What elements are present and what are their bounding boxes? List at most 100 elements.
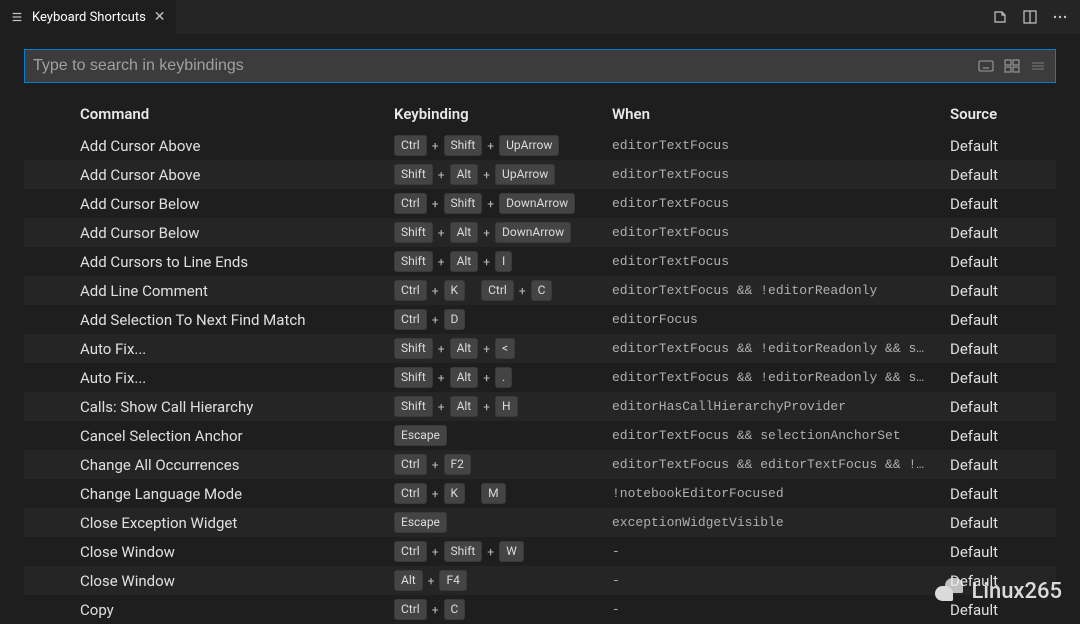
tab-bar: Keyboard Shortcuts ✕ [0, 0, 1080, 35]
keycap: W [499, 541, 524, 562]
plus-separator: + [431, 545, 440, 559]
cell-command: Close Window [80, 543, 394, 561]
cell-command: Add Cursors to Line Ends [80, 253, 394, 271]
cell-source: Default [950, 572, 1056, 590]
keycap: Alt [450, 222, 479, 243]
plus-separator: + [437, 255, 446, 269]
cell-command: Add Cursor Below [80, 224, 394, 242]
keycap: Alt [450, 338, 479, 359]
close-icon[interactable]: ✕ [154, 9, 166, 25]
split-editor-icon[interactable] [1022, 9, 1038, 25]
cell-command: Copy [80, 601, 394, 619]
cell-command: Close Exception Widget [80, 514, 394, 532]
cell-source: Default [950, 137, 1056, 155]
plus-separator: + [482, 168, 491, 182]
table-row[interactable]: Auto Fix...Shift+Alt+<editorTextFocus &&… [24, 334, 1056, 363]
search-box [24, 49, 1056, 83]
keycap: F4 [439, 570, 466, 591]
cell-source: Default [950, 514, 1056, 532]
search-filter-icons [977, 57, 1055, 75]
keycap: Alt [450, 367, 479, 388]
table-body: Add Cursor AboveCtrl+Shift+UpArroweditor… [24, 131, 1056, 624]
cell-keybinding: Shift+Alt+I [394, 251, 612, 272]
header-keybinding[interactable]: Keybinding [394, 105, 612, 123]
plus-separator: + [431, 139, 440, 153]
table-row[interactable]: Add Cursor AboveCtrl+Shift+UpArroweditor… [24, 131, 1056, 160]
keycap: Escape [394, 425, 447, 446]
cell-when: editorTextFocus && !editorReadonly [612, 283, 950, 298]
cell-keybinding: Shift+Alt+UpArrow [394, 164, 612, 185]
cell-keybinding: Ctrl+F2 [394, 454, 612, 475]
cell-command: Add Line Comment [80, 282, 394, 300]
cell-keybinding: Shift+Alt+DownArrow [394, 222, 612, 243]
cell-command: Cancel Selection Anchor [80, 427, 394, 445]
keycap: H [495, 396, 518, 417]
cell-when: exceptionWidgetVisible [612, 515, 950, 530]
keycap: < [495, 338, 515, 359]
table-row[interactable]: Close WindowAlt+F4-Default [24, 566, 1056, 595]
header-when[interactable]: When [612, 105, 950, 123]
keycap: Shift [444, 541, 483, 562]
more-icon[interactable] [1052, 9, 1068, 25]
keycap: Escape [394, 512, 447, 533]
keycap: Ctrl [394, 280, 427, 301]
keycap: D [444, 309, 466, 330]
plus-separator: + [437, 168, 446, 182]
table-row[interactable]: CopyCtrl+C-Default [24, 595, 1056, 624]
plus-separator: + [482, 342, 491, 356]
tab-keyboard-shortcuts[interactable]: Keyboard Shortcuts ✕ [0, 0, 176, 34]
cell-command: Auto Fix... [80, 369, 394, 387]
plus-separator: + [437, 342, 446, 356]
cell-when: editorTextFocus && editorTextFocus && !… [612, 457, 950, 472]
plus-separator: + [482, 226, 491, 240]
keycap: Shift [444, 135, 483, 156]
table-row[interactable]: Change Language ModeCtrl+KM!notebookEdit… [24, 479, 1056, 508]
sort-precedence-icon[interactable] [1003, 57, 1021, 75]
table-row[interactable]: Add Cursors to Line EndsShift+Alt+Iedito… [24, 247, 1056, 276]
keycap: Ctrl [481, 280, 514, 301]
keycap: Ctrl [394, 599, 427, 620]
cell-keybinding: Ctrl+Shift+UpArrow [394, 135, 612, 156]
cell-keybinding: Ctrl+Shift+DownArrow [394, 193, 612, 214]
table-row[interactable]: Close Exception WidgetEscape exceptionWid… [24, 508, 1056, 537]
keycap: I [495, 251, 512, 272]
cell-command: Add Cursor Above [80, 137, 394, 155]
search-input[interactable] [25, 50, 977, 82]
table-row[interactable]: Add Selection To Next Find MatchCtrl+Ded… [24, 305, 1056, 334]
table-row[interactable]: Cancel Selection AnchorEscapeeditorTextF… [24, 421, 1056, 450]
cell-source: Default [950, 282, 1056, 300]
table-row[interactable]: Close WindowCtrl+Shift+W-Default [24, 537, 1056, 566]
header-source[interactable]: Source [950, 105, 1056, 123]
keycap: Shift [394, 367, 433, 388]
cell-command: Add Selection To Next Find Match [80, 311, 394, 329]
open-file-icon[interactable] [992, 9, 1008, 25]
cell-keybinding: Ctrl+C [394, 599, 612, 620]
keycap: Shift [394, 251, 433, 272]
cell-when: !notebookEditorFocused [612, 486, 950, 501]
cell-when: editorTextFocus [612, 196, 950, 211]
keycap: Shift [394, 222, 433, 243]
table-row[interactable]: Calls: Show Call HierarchyShift+Alt+Hedi… [24, 392, 1056, 421]
cell-when: editorTextFocus [612, 167, 950, 182]
header-command[interactable]: Command [80, 105, 394, 123]
cell-when: - [612, 602, 950, 617]
cell-source: Default [950, 195, 1056, 213]
clear-search-icon[interactable] [1029, 57, 1047, 75]
cell-when: - [612, 544, 950, 559]
cell-when: editorTextFocus && !editorReadonly && s… [612, 341, 950, 356]
cell-source: Default [950, 427, 1056, 445]
keycap: . [495, 367, 512, 388]
keycap: K [444, 280, 466, 301]
keycap: Shift [394, 338, 433, 359]
table-row[interactable]: Change All OccurrencesCtrl+F2editorTextF… [24, 450, 1056, 479]
plus-separator: + [486, 197, 495, 211]
table-row[interactable]: Add Cursor BelowShift+Alt+DownArrowedito… [24, 218, 1056, 247]
cell-command: Add Cursor Below [80, 195, 394, 213]
table-row[interactable]: Auto Fix...Shift+Alt+.editorTextFocus &&… [24, 363, 1056, 392]
cell-when: editorFocus [612, 312, 950, 327]
table-row[interactable]: Add Cursor AboveShift+Alt+UpArroweditorT… [24, 160, 1056, 189]
table-row[interactable]: Add Cursor BelowCtrl+Shift+DownArrowedit… [24, 189, 1056, 218]
record-keys-icon[interactable] [977, 57, 995, 75]
table-row[interactable]: Add Line CommentCtrl+KCtrl+CeditorTextFo… [24, 276, 1056, 305]
cell-source: Default [950, 485, 1056, 503]
